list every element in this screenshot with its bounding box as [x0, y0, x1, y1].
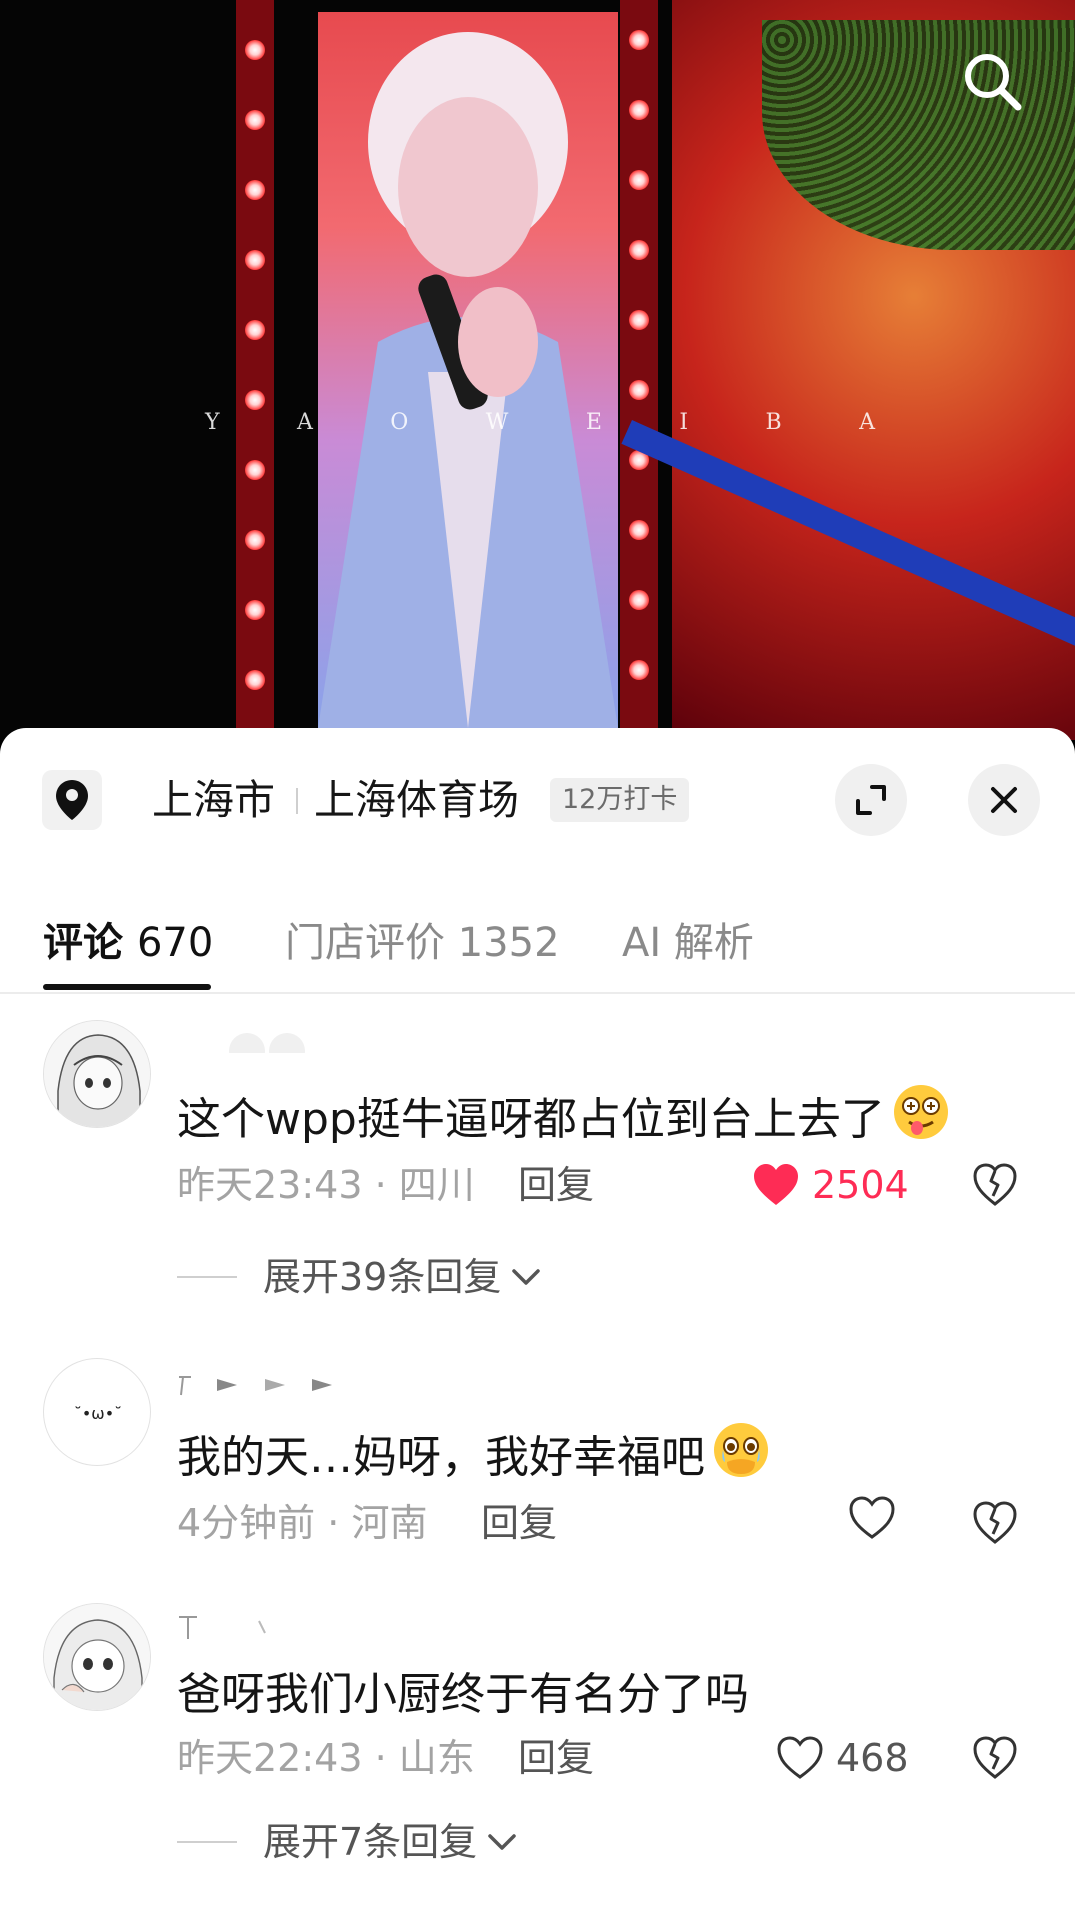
- username-blurred[interactable]: [177, 1026, 317, 1069]
- led-strip-left: [236, 0, 274, 740]
- meta-dot: ·: [374, 1736, 399, 1780]
- dislike-broken-heart-icon: [973, 1163, 1017, 1206]
- expand-replies-button[interactable]: 展开7条回复: [177, 1815, 517, 1869]
- meta-dot: ·: [327, 1501, 352, 1545]
- expand-replies-label: 展开39条回复: [263, 1255, 502, 1299]
- comment-time: 4分钟前: [177, 1501, 316, 1545]
- expand-icon: [856, 785, 886, 815]
- comment-text: 我的天…妈呀，我好幸福吧: [177, 1420, 771, 1496]
- checkin-count-badge: 12万打卡: [550, 778, 690, 822]
- tab-ai-analysis-label: AI 解析: [622, 920, 754, 966]
- search-button[interactable]: [957, 46, 1027, 116]
- meta-dot: ·: [374, 1163, 399, 1207]
- dislike-button[interactable]: [968, 1496, 1022, 1550]
- reply-button[interactable]: 回复: [518, 1731, 594, 1785]
- close-icon: [991, 787, 1017, 813]
- dizzy-tongue-emoji-icon: [891, 1082, 951, 1158]
- dislike-button[interactable]: [968, 1731, 1022, 1785]
- expand-replies-button[interactable]: 展开39条回复: [177, 1250, 541, 1304]
- holding-back-tears-emoji-icon: [711, 1420, 771, 1496]
- dislike-button[interactable]: [968, 1158, 1022, 1212]
- comment-text-content: 这个wpp挺牛逼呀都占位到台上去了: [177, 1094, 885, 1145]
- chevron-down-icon: [512, 1269, 541, 1285]
- video-watermark: Y A O W E I B A: [205, 410, 875, 435]
- comment-item: ˘•ω•˘ 我的天…妈呀，我好幸福吧 4分钟前 · 河南 回复: [0, 1358, 1075, 1588]
- blurred-username-image: [179, 1616, 266, 1639]
- comment-item: 爸呀我们小厨终于有名分了吗 昨天22:43 · 山东 回复 468 展开7条回复: [0, 1603, 1075, 1909]
- avatar[interactable]: [43, 1603, 151, 1711]
- like-button[interactable]: [848, 1496, 896, 1540]
- location-city[interactable]: 上海市: [152, 772, 275, 828]
- blurred-username-image: [179, 1376, 332, 1396]
- tab-comments[interactable]: 评论 670: [43, 908, 213, 978]
- svg-text:˘•ω•˘: ˘•ω•˘: [74, 1404, 122, 1423]
- tab-ai-analysis[interactable]: AI 解析: [622, 908, 754, 978]
- expand-line: [177, 1276, 237, 1278]
- avatar-anime-girl-image: [44, 1021, 150, 1127]
- expand-line: [177, 1841, 237, 1843]
- expand-replies-label: 展开7条回复: [263, 1820, 478, 1864]
- location-pin-badge[interactable]: [42, 770, 102, 830]
- comment-meta: 4分钟前 · 河南: [177, 1496, 427, 1550]
- comment-meta: 昨天22:43 · 山东: [177, 1731, 475, 1785]
- comment-item: 这个wpp挺牛逼呀都占位到台上去了 昨天23:43 · 四川 回复 2504 展…: [0, 1020, 1075, 1320]
- comment-text: 爸呀我们小厨终于有名分了吗: [177, 1665, 749, 1725]
- reply-button[interactable]: 回复: [518, 1158, 594, 1212]
- tab-comments-count: 670: [136, 920, 214, 966]
- like-button[interactable]: 468: [776, 1731, 909, 1785]
- tab-store-reviews[interactable]: 门店评价 1352: [285, 908, 560, 978]
- chevron-down-icon: [488, 1834, 516, 1850]
- video-player[interactable]: Y A O W E I B A: [0, 0, 1075, 740]
- comment-time: 昨天22:43: [177, 1736, 363, 1780]
- location-venue[interactable]: 上海体育场: [314, 772, 519, 828]
- like-button[interactable]: 2504: [752, 1158, 909, 1212]
- singer-image: [318, 32, 618, 728]
- avatar[interactable]: [43, 1020, 151, 1128]
- reply-button[interactable]: 回复: [481, 1496, 557, 1550]
- search-icon: [965, 54, 1022, 111]
- tab-comments-label: 评论: [43, 920, 123, 966]
- avatar-anime-girl-image: [44, 1604, 150, 1710]
- expand-button[interactable]: [835, 764, 907, 836]
- comment-time: 昨天23:43: [177, 1163, 363, 1207]
- led-strip-right: [620, 0, 658, 740]
- heart-icon: [777, 1736, 823, 1779]
- dislike-broken-heart-icon: [973, 1736, 1017, 1779]
- stage-screen: [318, 12, 618, 728]
- comment-region: 河南: [351, 1501, 428, 1545]
- comment-text-content: 我的天…妈呀，我好幸福吧: [177, 1432, 705, 1483]
- comment-region: 山东: [398, 1736, 475, 1780]
- like-count: 2504: [812, 1163, 909, 1207]
- location-pin-icon: [56, 780, 88, 820]
- heart-icon: [849, 1496, 895, 1539]
- dislike-broken-heart-icon: [973, 1501, 1017, 1544]
- close-button[interactable]: [968, 764, 1040, 836]
- comment-text-content: 爸呀我们小厨终于有名分了吗: [177, 1669, 749, 1720]
- like-count: 468: [836, 1736, 909, 1780]
- comment-sheet: 上海市 上海体育场 12万打卡 评论 670 门店评价 1352 AI 解析 这…: [0, 728, 1075, 1909]
- avatar-kaomoji-image: ˘•ω•˘: [74, 1404, 122, 1423]
- tab-divider: [0, 992, 1075, 994]
- tab-store-reviews-label: 门店评价: [285, 920, 445, 966]
- username-blurred[interactable]: [177, 1613, 287, 1641]
- active-tab-indicator: [43, 984, 211, 990]
- tab-store-reviews-count: 1352: [457, 920, 560, 966]
- username-blurred[interactable]: [177, 1370, 337, 1396]
- comment-meta: 昨天23:43 · 四川: [177, 1158, 475, 1212]
- comment-region: 四川: [398, 1163, 475, 1207]
- location-separator: [296, 788, 298, 814]
- blurred-username-image: [229, 1033, 305, 1069]
- avatar[interactable]: ˘•ω•˘: [43, 1358, 151, 1466]
- comment-text: 这个wpp挺牛逼呀都占位到台上去了: [177, 1082, 951, 1158]
- heart-icon-filled: [754, 1164, 798, 1205]
